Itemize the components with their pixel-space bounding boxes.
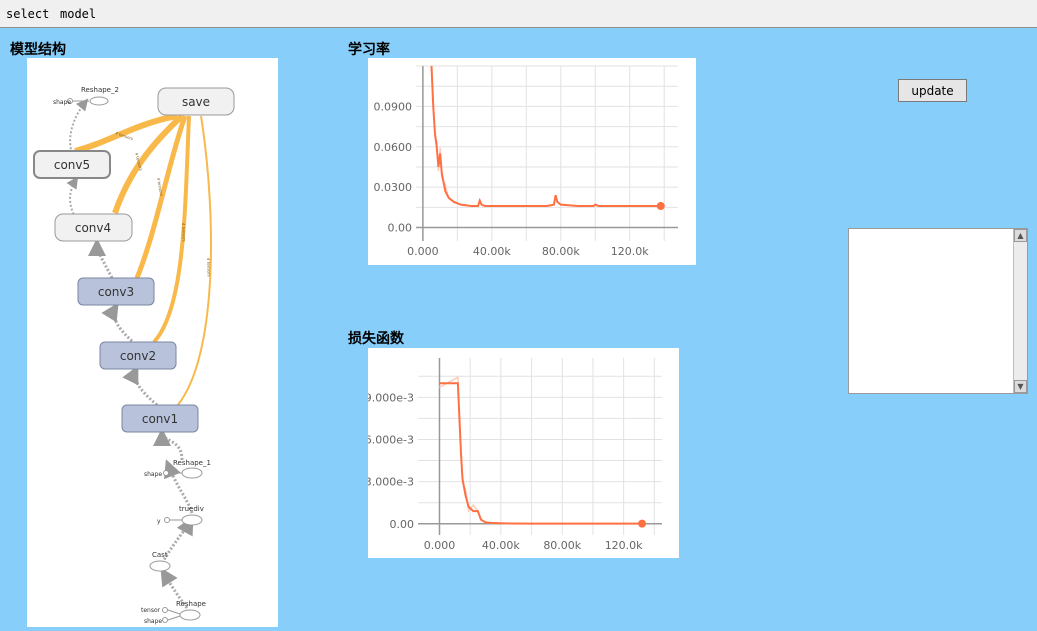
x-tick-label: 120.0k [605, 539, 643, 552]
learning-rate-chart: 0.000 40.00k 80.00k 120.0k 0.00 0.0300 0.0600 0… [368, 58, 696, 265]
series-end-marker [657, 202, 665, 210]
y-tick-label: 0.0300 [374, 181, 413, 194]
y-tick-label: 6.000e-3 [368, 433, 414, 446]
x-tick-label: 120.0k [611, 245, 649, 258]
y-tick-label: 0.00 [388, 222, 413, 235]
label-shape-a: shape [53, 99, 71, 106]
label-cast: Cast [152, 551, 168, 559]
x-tick-label: 0.000 [407, 245, 439, 258]
node-reshape-1[interactable] [182, 468, 202, 478]
model-structure-title: 模型结构 [10, 39, 66, 59]
series-line [432, 66, 661, 206]
label-reshape: Reshape [176, 600, 206, 608]
x-tick-label: 80.00k [543, 539, 581, 552]
label-truediv: truediv [179, 505, 204, 513]
label-conv4: conv4 [75, 221, 111, 235]
model-graph: 4 tensors 4 tensors 4 tensors 4 tensors … [27, 58, 278, 627]
label-save: save [182, 95, 210, 109]
y-tick-label: 0.0600 [374, 141, 413, 154]
label-y: y [157, 518, 161, 525]
y-tick-label: 0.0900 [374, 100, 413, 113]
scroll-down-icon[interactable]: ▼ [1014, 380, 1027, 393]
listbox-scrollbar[interactable]: ▲ ▼ [1013, 229, 1027, 393]
menu-bar: select model [0, 0, 1037, 28]
svg-text:4 tensors: 4 tensors [181, 223, 187, 242]
y-tick-label: 9.000e-3 [368, 391, 414, 404]
update-button[interactable]: update [898, 79, 967, 102]
learning-rate-chart-panel: 0.000 40.00k 80.00k 120.0k 0.00 0.0300 0.0600 0… [368, 58, 696, 265]
series-raw-line [432, 70, 661, 206]
x-tick-label: 40.00k [482, 539, 520, 552]
menu-select[interactable]: select [6, 7, 49, 21]
series-end-marker [638, 520, 646, 528]
label-shape-b: shape [144, 471, 162, 478]
svg-text:4 tensors: 4 tensors [156, 177, 164, 196]
learning-rate-title: 学习率 [348, 39, 390, 59]
label-conv3: conv3 [98, 285, 134, 299]
label-reshape-2: Reshape_2 [81, 86, 119, 94]
label-tensor: tensor [141, 607, 161, 614]
loss-chart-panel: 0.000 40.00k 80.00k 120.0k 0.00 3.000e-3 6.000… [368, 348, 679, 558]
x-tick-label: 0.000 [424, 539, 456, 552]
y-tick-label: 3.000e-3 [368, 476, 414, 489]
svg-text:4 tensors: 4 tensors [206, 258, 212, 277]
menu-model[interactable]: model [60, 7, 96, 21]
label-shape-c: shape [144, 618, 162, 625]
node-cast[interactable] [150, 561, 170, 571]
x-tick-label: 40.00k [473, 245, 511, 258]
x-tick-label: 80.00k [542, 245, 580, 258]
scroll-up-icon[interactable]: ▲ [1014, 229, 1027, 242]
output-listbox[interactable]: ▲ ▼ [848, 228, 1028, 394]
node-truediv[interactable] [182, 515, 202, 525]
node-reshape-2[interactable] [90, 97, 108, 105]
label-conv2: conv2 [120, 349, 156, 363]
y-tick-label: 0.00 [390, 518, 415, 531]
label-conv5: conv5 [54, 158, 90, 172]
label-conv1: conv1 [142, 412, 178, 426]
label-reshape-1: Reshape_1 [173, 459, 211, 467]
node-reshape[interactable] [180, 610, 200, 620]
loss-function-title: 损失函数 [348, 328, 404, 348]
model-graph-panel: 4 tensors 4 tensors 4 tensors 4 tensors … [27, 58, 278, 627]
loss-chart: 0.000 40.00k 80.00k 120.0k 0.00 3.000e-3 6.000… [368, 348, 679, 558]
